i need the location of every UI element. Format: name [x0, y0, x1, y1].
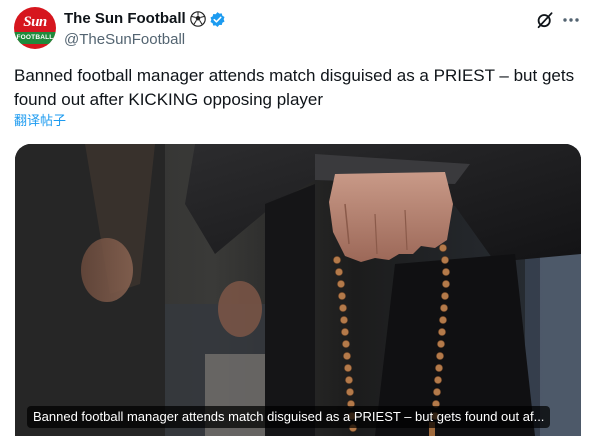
author-handle[interactable]: @TheSunFootball: [64, 30, 185, 50]
avatar[interactable]: Sun FOOTBALL: [14, 7, 56, 49]
author-display-name[interactable]: The Sun Football: [64, 9, 186, 29]
avatar-logo-text: Sun: [23, 13, 47, 30]
more-options-icon[interactable]: [561, 10, 581, 30]
tweet-card: Sun FOOTBALL The Sun Football @TheSunFoo…: [0, 0, 595, 436]
grok-icon[interactable]: [535, 10, 555, 30]
avatar-band-text: FOOTBALL: [14, 31, 56, 44]
tweet-text: Banned football manager attends match di…: [14, 66, 575, 109]
link-card-title: Banned football manager attends match di…: [27, 406, 551, 428]
translate-post-link[interactable]: 翻译帖子: [14, 114, 66, 130]
verified-badge-icon[interactable]: [209, 11, 226, 28]
news-photo-image: [15, 144, 581, 436]
soccer-ball-icon: [189, 11, 206, 27]
link-card-media[interactable]: Banned football manager attends match di…: [15, 144, 581, 436]
author-name-row: The Sun Football: [64, 9, 226, 29]
